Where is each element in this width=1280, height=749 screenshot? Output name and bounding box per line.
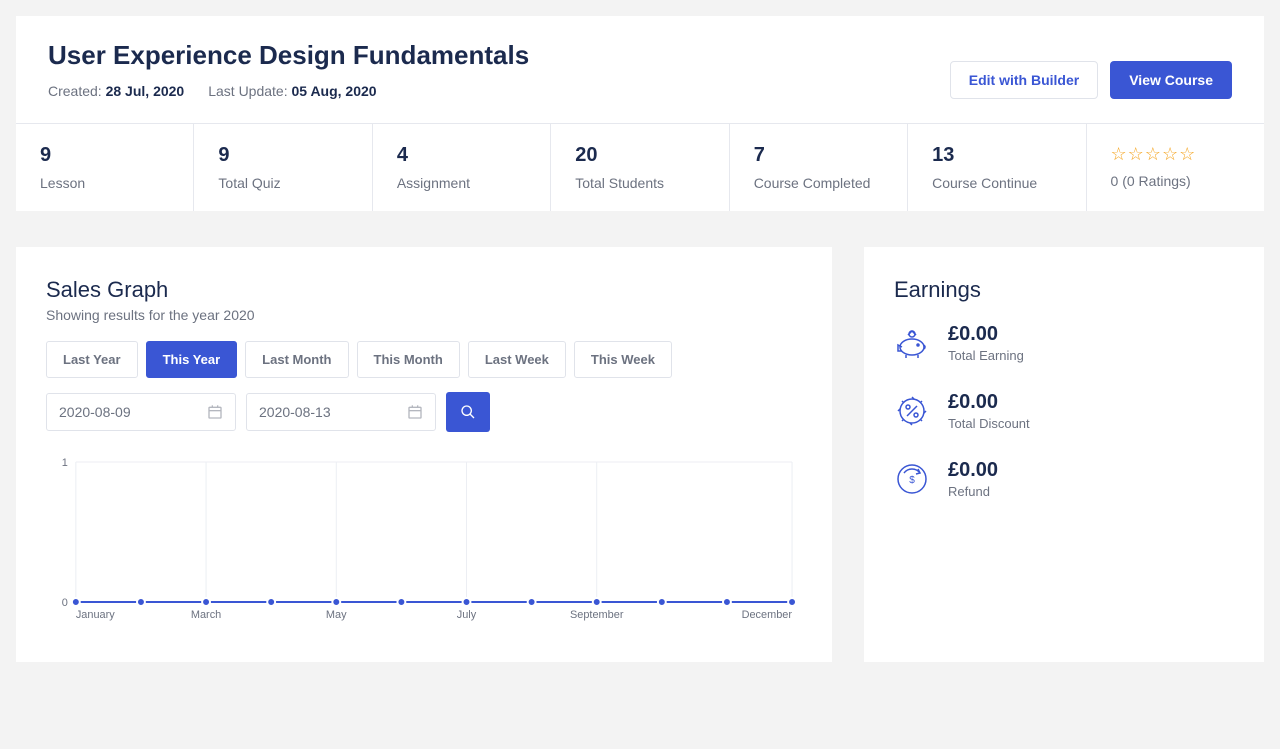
range-last-month[interactable]: Last Month xyxy=(245,341,348,378)
range-this-week[interactable]: This Week xyxy=(574,341,672,378)
earning-discount: £0.00 Total Discount xyxy=(894,391,1234,431)
piggy-bank-icon xyxy=(894,325,930,361)
earning-refund: $ £0.00 Refund xyxy=(894,459,1234,499)
sales-graph-card: Sales Graph Showing results for the year… xyxy=(16,247,832,662)
star-icon: ☆☆☆☆☆ xyxy=(1111,144,1240,165)
stat-assignment: 4 Assignment xyxy=(373,124,551,211)
svg-text:0: 0 xyxy=(62,597,68,609)
stat-course-continue: 13 Course Continue xyxy=(908,124,1086,211)
svg-text:July: July xyxy=(457,609,477,621)
course-title: User Experience Design Fundamentals xyxy=(48,40,529,71)
sales-graph-title: Sales Graph xyxy=(46,277,802,303)
stat-ratings: ☆☆☆☆☆ 0 (0 Ratings) xyxy=(1087,124,1264,211)
stat-total-students: 20 Total Students xyxy=(551,124,729,211)
calendar-icon xyxy=(407,404,423,420)
date-from-input[interactable]: 2020-08-09 xyxy=(46,393,236,431)
stat-course-completed: 7 Course Completed xyxy=(730,124,908,211)
range-last-year[interactable]: Last Year xyxy=(46,341,138,378)
edit-with-builder-button[interactable]: Edit with Builder xyxy=(950,61,1098,99)
calendar-icon xyxy=(207,404,223,420)
svg-text:September: September xyxy=(570,609,624,621)
svg-text:January: January xyxy=(76,609,115,621)
range-this-year[interactable]: This Year xyxy=(146,341,238,378)
range-this-month[interactable]: This Month xyxy=(357,341,460,378)
stat-lesson: 9 Lesson xyxy=(16,124,194,211)
svg-text:December: December xyxy=(742,609,793,621)
earning-total: £0.00 Total Earning xyxy=(894,323,1234,363)
svg-text:March: March xyxy=(191,609,221,621)
percent-badge-icon xyxy=(894,393,930,429)
sales-graph-subtitle: Showing results for the year 2020 xyxy=(46,307,802,323)
updated-meta: Last Update: 05 Aug, 2020 xyxy=(208,83,376,99)
search-icon xyxy=(460,404,476,420)
svg-text:May: May xyxy=(326,609,347,621)
earnings-card: Earnings £0.00 Total Earning £0.00 Total… xyxy=(864,247,1264,662)
created-meta: Created: 28 Jul, 2020 xyxy=(48,83,184,99)
course-header: User Experience Design Fundamentals Crea… xyxy=(16,16,1264,123)
svg-text:1: 1 xyxy=(62,457,68,469)
svg-text:$: $ xyxy=(909,475,915,486)
stats-row: 9 Lesson 9 Total Quiz 4 Assignment 20 To… xyxy=(16,123,1264,211)
sales-chart: 0 1 January March May July September December xyxy=(46,452,802,632)
view-course-button[interactable]: View Course xyxy=(1110,61,1232,99)
refund-icon: $ xyxy=(894,461,930,497)
range-last-week[interactable]: Last Week xyxy=(468,341,566,378)
search-button[interactable] xyxy=(446,392,490,432)
range-buttons: Last YearThis YearLast MonthThis MonthLa… xyxy=(46,341,802,378)
stat-total-quiz: 9 Total Quiz xyxy=(194,124,372,211)
date-to-input[interactable]: 2020-08-13 xyxy=(246,393,436,431)
earnings-title: Earnings xyxy=(894,277,1234,303)
